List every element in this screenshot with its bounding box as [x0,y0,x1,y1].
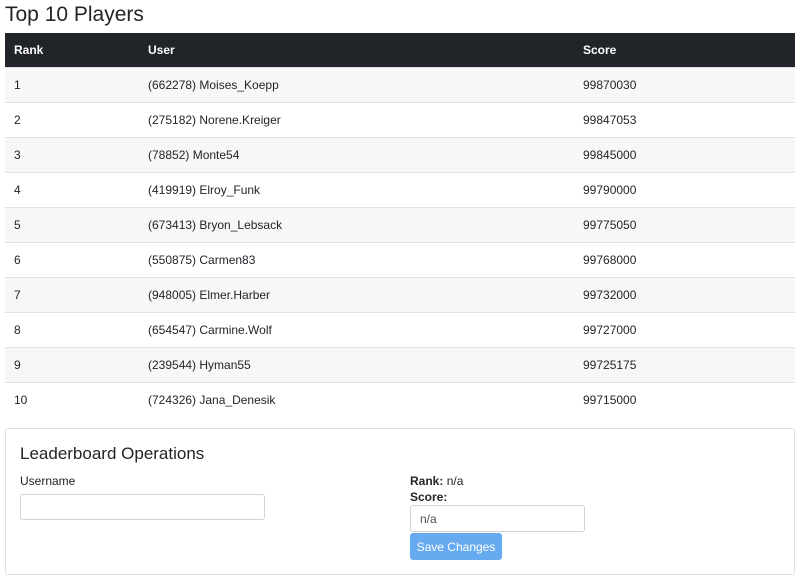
score-cell: 99727000 [574,311,795,347]
rank-cell: 5 [5,206,139,242]
table-header-row: Rank User Score [5,33,795,67]
leaderboard-operations-card: Leaderboard Operations Username Rank: n/… [5,428,795,575]
table-row: 5 (673413) Bryon_Lebsack 99775050 [5,206,795,242]
score-cell: 99790000 [574,171,795,207]
table-row: 7 (948005) Elmer.Harber 99732000 [5,276,795,312]
rank-value: n/a [446,474,464,488]
user-cell: (550875) Carmen83 [139,241,574,277]
table-row: 6 (550875) Carmen83 99768000 [5,241,795,277]
rank-display: Rank: n/a [410,474,463,488]
table-row: 2 (275182) Norene.Kreiger 99847053 [5,101,795,137]
user-cell: (662278) Moises_Koepp [139,66,574,102]
leaderboard-page: Top 10 Players Rank User Score 1 (662278… [0,0,800,583]
table-row: 3 (78852) Monte54 99845000 [5,136,795,172]
operations-title: Leaderboard Operations [20,444,205,463]
table-row: 4 (419919) Elroy_Funk 99790000 [5,171,795,207]
username-label: Username [20,474,76,488]
score-cell: 99715000 [574,381,795,417]
user-cell: (419919) Elroy_Funk [139,171,574,207]
rank-cell: 7 [5,276,139,312]
score-cell: 99870030 [574,66,795,102]
score-column-header: Score [583,42,617,57]
score-cell: 99845000 [574,136,795,172]
rank-cell: 6 [5,241,139,277]
user-column-header: User [148,42,175,57]
user-cell: (275182) Norene.Kreiger [139,101,574,137]
user-cell: (78852) Monte54 [139,136,574,172]
page-title: Top 10 Players [5,3,144,26]
user-cell: (673413) Bryon_Lebsack [139,206,574,242]
rank-cell: 10 [5,381,139,417]
user-cell: (654547) Carmine.Wolf [139,311,574,347]
user-cell: (948005) Elmer.Harber [139,276,574,312]
score-cell: 99768000 [574,241,795,277]
score-cell: 99725175 [574,346,795,382]
user-cell: (239544) Hyman55 [139,346,574,382]
table-row: 10 (724326) Jana_Denesik 99715000 [5,381,795,417]
rank-cell: 1 [5,66,139,102]
table-row: 9 (239544) Hyman55 99725175 [5,346,795,382]
score-input[interactable] [410,505,585,532]
rank-cell: 9 [5,346,139,382]
score-cell: 99732000 [574,276,795,312]
username-input[interactable] [20,494,265,520]
rank-cell: 2 [5,101,139,137]
leaderboard-table: Rank User Score 1 (662278) Moises_Koepp … [5,33,795,417]
rank-label: Rank: [410,474,444,488]
table-row: 1 (662278) Moises_Koepp 99870030 [5,66,795,102]
score-label: Score: [410,490,448,504]
user-cell: (724326) Jana_Denesik [139,381,574,417]
rank-cell: 4 [5,171,139,207]
score-cell: 99775050 [574,206,795,242]
rank-cell: 3 [5,136,139,172]
table-row: 8 (654547) Carmine.Wolf 99727000 [5,311,795,347]
save-changes-button[interactable]: Save Changes [410,533,502,560]
rank-cell: 8 [5,311,139,347]
rank-column-header: Rank [14,42,44,57]
score-cell: 99847053 [574,101,795,137]
